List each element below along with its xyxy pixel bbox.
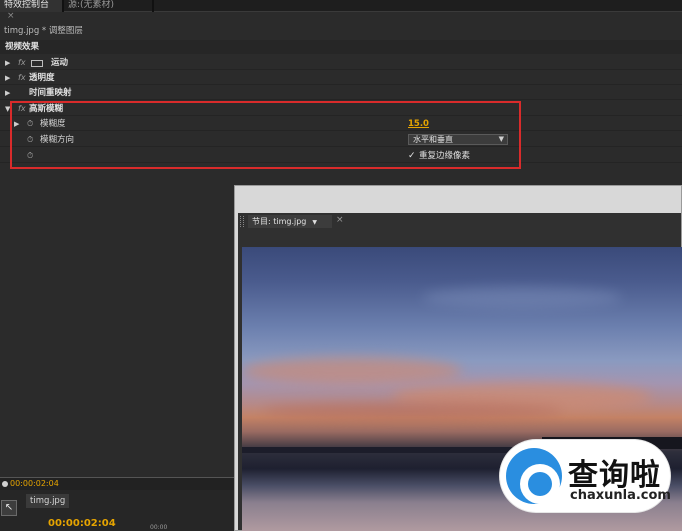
logo-url-text: chaxunla.com xyxy=(570,488,671,503)
fx-icon[interactable]: fx xyxy=(18,71,26,85)
expand-triangle-icon[interactable]: ▶ xyxy=(5,71,10,85)
effect-label-motion: 运动 xyxy=(51,58,69,68)
tab-source[interactable]: 源:(无素材) xyxy=(64,0,152,12)
tab-close-icon[interactable]: × xyxy=(7,11,15,21)
logo-q-inner xyxy=(528,472,552,496)
tab-effect-controls[interactable]: 特效控制台× xyxy=(0,0,62,21)
logo-circle xyxy=(506,448,562,504)
tab-program-label: 节目: timg.jpg xyxy=(252,217,307,226)
effect-row-motion[interactable]: ▶ fx 运动 xyxy=(0,56,682,70)
tab-separator xyxy=(152,0,154,12)
close-icon[interactable]: × xyxy=(336,215,344,225)
logo-q-icon xyxy=(520,464,560,504)
motion-transform-icon[interactable] xyxy=(31,60,43,67)
timeline-timecode[interactable]: 00:00:02:04 xyxy=(48,518,116,529)
effect-label-time-remap: 时间重映射 xyxy=(29,88,72,98)
video-effects-header: 视频效果 xyxy=(0,40,682,54)
effect-row-opacity[interactable]: ▶ fx 透明度 xyxy=(0,71,682,85)
cloud-shape xyxy=(242,357,462,385)
selection-tool-icon[interactable]: ↖ xyxy=(1,500,17,516)
highlight-annotation-box xyxy=(10,101,521,169)
playhead-dot-icon xyxy=(2,481,8,487)
tab-effect-controls-label: 特效控制台 xyxy=(4,0,50,10)
tab-program[interactable]: 节目: timg.jpg ▼ xyxy=(248,215,332,228)
timeline-tab[interactable]: timg.jpg xyxy=(26,494,70,508)
clip-path-label: timg.jpg * 调整图层 xyxy=(4,26,83,36)
timeline-ruler-tick: 00:00 xyxy=(150,524,168,531)
fx-icon[interactable]: fx xyxy=(18,56,26,70)
expand-triangle-icon[interactable]: ▶ xyxy=(5,56,10,70)
panel-grip-icon[interactable] xyxy=(240,216,244,227)
cloud-shape xyxy=(422,287,622,309)
tab-source-label: 源:(无素材) xyxy=(68,0,115,10)
current-timecode[interactable]: 00:00:02:04 xyxy=(10,479,59,488)
panel-tab-bar: 特效控制台× 源:(无素材) xyxy=(0,0,682,21)
watermark-logo: 查询啦 chaxunla.com xyxy=(500,440,671,512)
shoreline-silhouette xyxy=(242,447,542,453)
chevron-down-icon[interactable]: ▼ xyxy=(312,219,317,226)
effect-row-time-remap[interactable]: ▶ 时间重映射 xyxy=(0,86,682,100)
cloud-shape xyxy=(262,402,562,420)
effect-label-opacity: 透明度 xyxy=(29,73,55,83)
expand-triangle-icon[interactable]: ▶ xyxy=(5,86,10,100)
